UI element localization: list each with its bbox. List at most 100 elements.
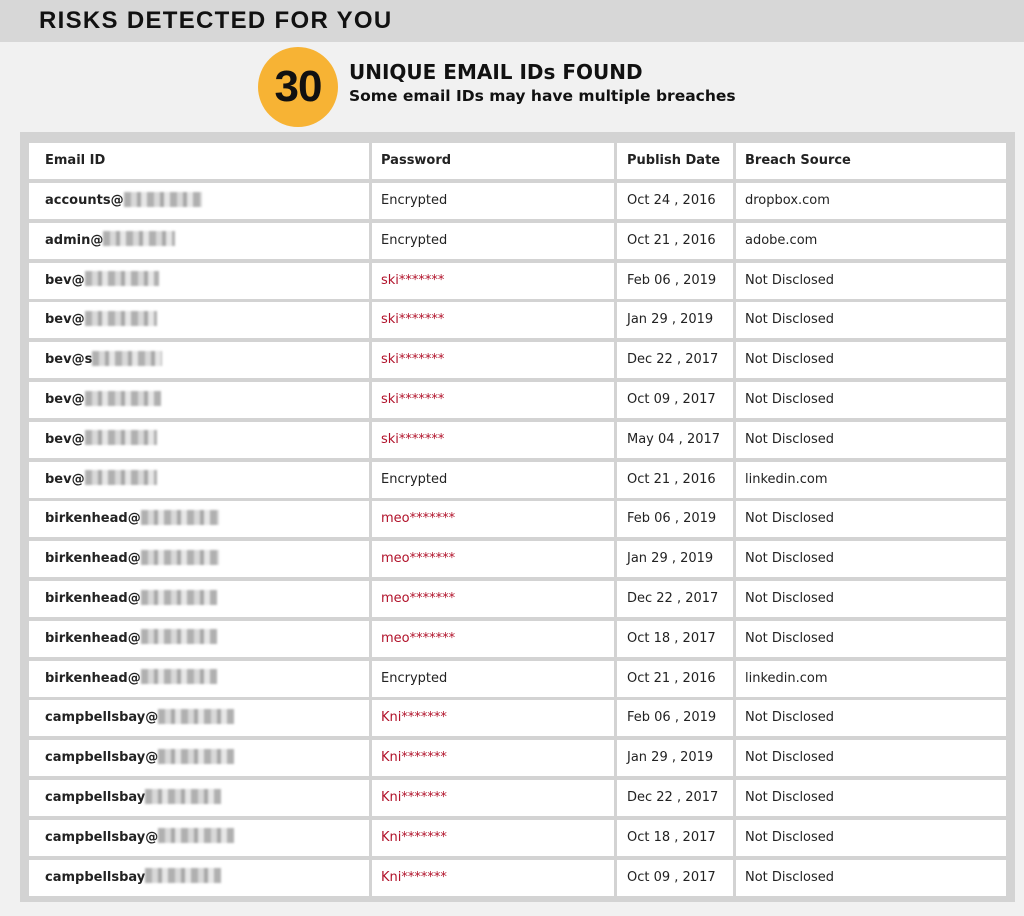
email-text: birkenhead@ (45, 511, 141, 527)
email-text: admin@ (45, 232, 104, 248)
header-bar: RISKS DETECTED FOR YOU (0, 0, 1024, 42)
email-text: birkenhead@ (45, 591, 141, 606)
email-cell: campbellsbay (29, 780, 369, 816)
publish-date-cell: Dec 22 , 2017 (617, 342, 733, 379)
breach-source-cell: Not Disclosed (736, 421, 1006, 458)
column-header-password: Password (372, 143, 614, 179)
publish-date-cell: Dec 22 , 2017 (617, 780, 733, 816)
breach-source-cell: Not Disclosed (736, 620, 1006, 657)
email-text: bev@ (45, 471, 85, 487)
email-cell: bev@ (29, 302, 369, 339)
breach-source-cell: dropbox.com (736, 183, 1006, 219)
password-cell: meo******* (372, 581, 614, 617)
breach-source-cell: Not Disclosed (736, 740, 1006, 777)
publish-date-cell: Oct 09 , 2017 (617, 859, 733, 896)
column-header-publish-date: Publish Date (617, 143, 733, 179)
password-cell: Kni******* (372, 859, 614, 896)
breach-source-cell: Not Disclosed (736, 541, 1006, 578)
password-cell: Encrypted (372, 183, 614, 219)
redacted-domain (140, 509, 219, 525)
email-cell: admin@ (29, 222, 369, 259)
publish-date-cell: Oct 24 , 2016 (617, 183, 733, 219)
breach-table: Email ID Password Publish Date Breach So… (20, 132, 1015, 902)
breach-source-cell: linkedin.com (736, 461, 1006, 498)
redacted-domain (103, 231, 176, 247)
redacted-domain (158, 708, 235, 724)
breach-source-cell: Not Disclosed (736, 780, 1006, 816)
redacted-domain (158, 748, 235, 764)
breach-source-cell: adobe.com (736, 222, 1006, 259)
redacted-domain (123, 191, 202, 207)
email-cell: bev@s (29, 342, 369, 379)
email-text: birkenhead@ (45, 670, 141, 686)
password-cell: ski******* (372, 421, 614, 458)
password-cell: Encrypted (372, 222, 614, 259)
publish-date-cell: Oct 21 , 2016 (617, 660, 733, 697)
email-cell: bev@ (29, 421, 369, 458)
summary-headline: UNIQUE EMAIL IDs FOUND (349, 60, 643, 84)
email-cell: campbellsbay@ (29, 700, 369, 737)
breach-source-cell: Not Disclosed (736, 501, 1006, 538)
email-cell: birkenhead@ (29, 660, 369, 697)
redacted-domain (140, 629, 217, 645)
password-cell: Encrypted (372, 461, 614, 498)
email-cell: bev@ (29, 262, 369, 299)
redacted-domain (84, 310, 157, 326)
breach-source-cell: linkedin.com (736, 660, 1006, 697)
redacted-domain (84, 470, 157, 486)
password-cell: Kni******* (372, 700, 614, 737)
publish-date-cell: Oct 18 , 2017 (617, 620, 733, 657)
email-text: accounts@ (45, 193, 124, 208)
email-text: campbellsbay@ (45, 710, 159, 726)
column-header-email: Email ID (29, 143, 369, 179)
breach-source-cell: Not Disclosed (736, 342, 1006, 379)
email-cell: campbellsbay@ (29, 819, 369, 856)
column-header-breach-source: Breach Source (736, 143, 1006, 179)
breach-source-cell: Not Disclosed (736, 700, 1006, 737)
redacted-domain (140, 549, 219, 565)
email-text: campbellsbay@ (45, 829, 159, 845)
password-cell: Kni******* (372, 819, 614, 856)
email-cell: birkenhead@ (29, 581, 369, 617)
email-cell: campbellsbay@ (29, 740, 369, 777)
email-cell: birkenhead@ (29, 620, 369, 657)
email-text: birkenhead@ (45, 551, 141, 567)
password-cell: meo******* (372, 620, 614, 657)
email-text: bev@ (45, 272, 85, 288)
password-cell: meo******* (372, 501, 614, 538)
breach-source-cell: Not Disclosed (736, 859, 1006, 896)
email-cell: bev@ (29, 461, 369, 498)
redacted-domain (158, 828, 235, 844)
publish-date-cell: Oct 09 , 2017 (617, 382, 733, 418)
email-count-badge: 30 (258, 47, 338, 127)
email-text: bev@s (45, 352, 93, 368)
password-cell: ski******* (372, 342, 614, 379)
breach-source-cell: Not Disclosed (736, 382, 1006, 418)
password-cell: Kni******* (372, 740, 614, 777)
redacted-domain (145, 788, 222, 804)
breach-source-cell: Not Disclosed (736, 262, 1006, 299)
redacted-domain (84, 390, 161, 406)
redacted-domain (140, 589, 217, 605)
publish-date-cell: May 04 , 2017 (617, 421, 733, 458)
publish-date-cell: Feb 06 , 2019 (617, 700, 733, 737)
publish-date-cell: Oct 18 , 2017 (617, 819, 733, 856)
email-cell: campbellsbay (29, 859, 369, 896)
password-cell: ski******* (372, 302, 614, 339)
email-text: bev@ (45, 431, 85, 447)
publish-date-cell: Oct 21 , 2016 (617, 461, 733, 498)
redacted-domain (84, 430, 157, 446)
email-text: campbellsbay (45, 869, 146, 885)
publish-date-cell: Jan 29 , 2019 (617, 302, 733, 339)
password-cell: Encrypted (372, 660, 614, 697)
password-cell: ski******* (372, 382, 614, 418)
email-cell: bev@ (29, 382, 369, 418)
password-cell: meo******* (372, 541, 614, 578)
email-text: campbellsbay (45, 790, 146, 805)
email-text: bev@ (45, 312, 85, 328)
email-text: campbellsbay@ (45, 750, 159, 766)
password-cell: Kni******* (372, 780, 614, 816)
page-title: RISKS DETECTED FOR YOU (39, 7, 393, 34)
email-cell: birkenhead@ (29, 541, 369, 578)
publish-date-cell: Feb 06 , 2019 (617, 501, 733, 538)
